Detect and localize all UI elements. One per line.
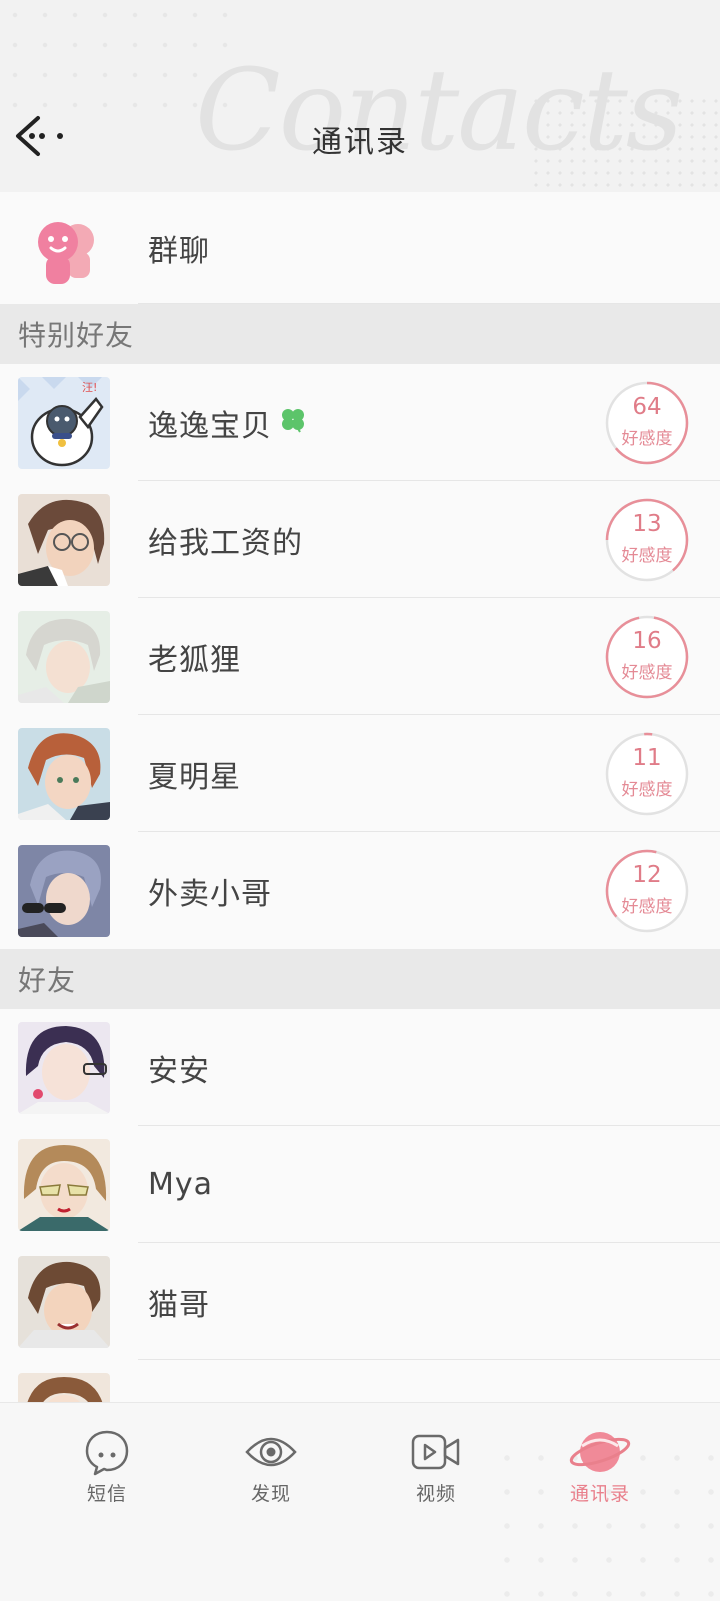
contact-row[interactable]: 汪! 逸逸宝贝 64 好感度	[0, 364, 720, 481]
eye-icon	[245, 1437, 297, 1467]
nav-tab-discover[interactable]: 发现	[211, 1427, 331, 1506]
avatar	[18, 611, 110, 703]
contact-row[interactable]: 外卖小哥 12 好感度	[0, 832, 720, 949]
avatar	[18, 1022, 110, 1114]
affinity-badge: 64 好感度	[604, 380, 690, 466]
affinity-value: 12	[632, 862, 662, 888]
affinity-label: 好感度	[621, 663, 673, 683]
affinity-ring	[605, 732, 689, 816]
affinity-label: 好感度	[621, 429, 673, 449]
avatar	[18, 1256, 110, 1348]
nav-label: 发现	[250, 1483, 291, 1505]
svg-text:汪!: 汪!	[82, 381, 97, 394]
contact-row[interactable]: 夏明星 11 好感度	[0, 715, 720, 832]
avatar	[18, 728, 110, 820]
affinity-badge: 12 好感度	[604, 848, 690, 934]
message-bubble-icon	[85, 1430, 129, 1476]
bottom-navigation: 短信 发现 视频 通讯录	[0, 1402, 720, 1601]
affinity-badge: 11 好感度	[604, 731, 690, 817]
page-title: 通讯录	[312, 125, 408, 160]
contact-name: 外卖小哥	[148, 876, 272, 912]
affinity-label: 好感度	[621, 780, 673, 800]
nav-label: 短信	[86, 1483, 127, 1505]
nav-tab-contacts[interactable]: 通讯录	[540, 1427, 660, 1506]
affinity-ring	[605, 615, 689, 699]
contact-name: 安安	[148, 1053, 210, 1089]
section-header-special: 特别好友	[0, 304, 720, 364]
affinity-badge: 16 好感度	[604, 614, 690, 700]
contact-row[interactable]: 老狐狸 16 好感度	[0, 598, 720, 715]
contact-row[interactable]: Mya	[0, 1126, 720, 1243]
nav-label: 视频	[415, 1483, 456, 1505]
affinity-ring	[605, 849, 689, 933]
contact-name: 猫哥	[148, 1287, 210, 1323]
contact-row[interactable]: 安安	[0, 1009, 720, 1126]
contact-name: Mya	[148, 1167, 214, 1202]
clover-icon	[278, 404, 308, 442]
nav-tab-video[interactable]: 视频	[376, 1427, 496, 1506]
contact-row[interactable]: 猫哥	[0, 1243, 720, 1360]
group-chat-icon	[18, 204, 110, 296]
video-icon	[411, 1434, 460, 1470]
avatar	[18, 1139, 110, 1231]
affinity-value: 11	[632, 745, 662, 771]
contact-name: 夏明星	[148, 759, 241, 795]
group-chat-row[interactable]: 群聊	[0, 192, 720, 304]
affinity-badge: 13 好感度	[604, 497, 690, 583]
affinity-label: 好感度	[621, 897, 673, 917]
contact-name: 逸逸宝贝	[148, 364, 308, 481]
affinity-value: 16	[632, 628, 662, 654]
app-header: Contacts 通讯录	[0, 0, 720, 192]
affinity-ring	[605, 498, 689, 582]
affinity-ring	[605, 381, 689, 465]
affinity-value: 64	[632, 394, 662, 420]
avatar: 汪!	[18, 377, 110, 469]
contact-name: 老狐狸	[148, 642, 241, 678]
avatar	[18, 845, 110, 937]
group-chat-label: 群聊	[148, 234, 210, 269]
planet-icon	[569, 1432, 631, 1472]
contact-row[interactable]: 给我工资的 13 好感度	[0, 481, 720, 598]
nav-tab-messages[interactable]: 短信	[47, 1427, 167, 1506]
nav-label: 通讯录	[569, 1483, 630, 1505]
affinity-value: 13	[632, 511, 662, 537]
contacts-list: 群聊 特别好友 汪! 逸逸宝贝 64 好感度 给我工资的 13 好感度 老狐狸 …	[0, 192, 720, 1477]
avatar	[18, 494, 110, 586]
section-header-friends: 好友	[0, 949, 720, 1009]
affinity-label: 好感度	[621, 546, 673, 566]
contact-name: 给我工资的	[148, 525, 303, 561]
